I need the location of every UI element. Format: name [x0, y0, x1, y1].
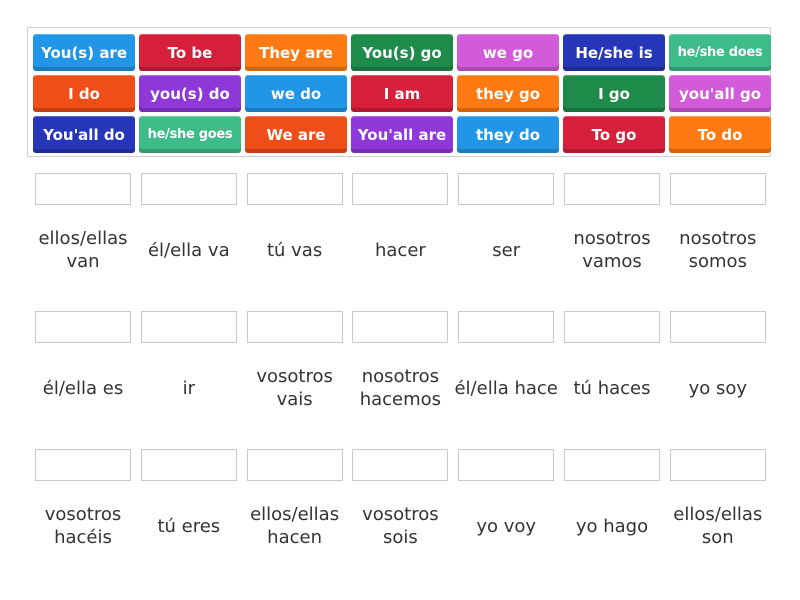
drop-slot[interactable] — [35, 173, 131, 205]
spanish-phrase-label: vosotros hacéis — [44, 504, 122, 548]
spanish-phrase-label: yo hago — [575, 515, 649, 537]
drop-slot[interactable] — [669, 311, 766, 343]
spanish-phrase-label: yo voy — [476, 515, 537, 537]
drop-slot[interactable] — [35, 449, 131, 481]
answer-tile[interactable]: To be — [139, 34, 241, 71]
answer-tile[interactable]: I am — [351, 75, 453, 112]
spanish-phrase-label: ellos/ellas son — [673, 504, 763, 548]
spanish-phrase-label: nosotros vamos — [573, 228, 651, 272]
drop-slot[interactable] — [246, 173, 343, 205]
spanish-phrase-label: tú haces — [573, 377, 651, 399]
drop-slot[interactable] — [35, 311, 131, 343]
drop-slot[interactable] — [458, 449, 555, 481]
answer-tile[interactable]: he/she goes — [139, 116, 241, 153]
spanish-phrase-label: ser — [492, 239, 521, 261]
tile-bank: You(s) are To be They are You(s) go we go He/… — [27, 27, 771, 157]
spanish-phrase-label: ellos/ellas van — [38, 228, 128, 272]
answer-tile[interactable]: You(s) go — [351, 34, 453, 71]
spanish-phrase-label: él/ella va — [147, 239, 230, 261]
drop-slot[interactable] — [352, 311, 449, 343]
answer-tile[interactable]: To go — [563, 116, 665, 153]
drop-slot[interactable] — [458, 173, 555, 205]
answer-tile[interactable]: You'all do — [33, 116, 135, 153]
spanish-phrase-label: nosotros hacemos — [359, 366, 442, 410]
answer-tile[interactable]: they do — [457, 116, 559, 153]
drop-slot[interactable] — [140, 173, 237, 205]
spanish-phrase-label: vosotros sois — [362, 504, 439, 548]
drop-slot[interactable] — [669, 173, 766, 205]
answer-tile[interactable]: To do — [669, 116, 771, 153]
answer-tile[interactable]: he/she does — [669, 34, 771, 71]
drop-slot[interactable] — [458, 311, 555, 343]
drop-slot[interactable] — [246, 311, 343, 343]
answer-tile[interactable]: He/she is — [563, 34, 665, 71]
spanish-phrase-label: él/ella hace — [454, 377, 558, 399]
spanish-phrase-label: tú eres — [157, 515, 221, 537]
drop-slot[interactable] — [140, 449, 237, 481]
spanish-phrase-label: él/ella es — [42, 377, 124, 399]
answer-tile[interactable]: they go — [457, 75, 559, 112]
spanish-phrase-label: ellos/ellas hacen — [250, 504, 340, 548]
drop-slot[interactable] — [564, 173, 660, 205]
answer-tile[interactable]: They are — [245, 34, 347, 71]
answer-tile[interactable]: We are — [245, 116, 347, 153]
answer-tile[interactable]: I go — [563, 75, 665, 112]
answer-tile[interactable]: we do — [245, 75, 347, 112]
answer-tile[interactable]: you'all go — [669, 75, 771, 112]
spanish-phrase-label: hacer — [374, 239, 426, 261]
drop-slot[interactable] — [564, 449, 660, 481]
spanish-phrase-label: ir — [182, 377, 195, 399]
drop-slot[interactable] — [669, 449, 766, 481]
spanish-phrase-label: vosotros vais — [256, 366, 333, 410]
answer-tile[interactable]: we go — [457, 34, 559, 71]
drop-slot[interactable] — [564, 311, 660, 343]
answer-tile[interactable]: I do — [33, 75, 135, 112]
spanish-phrase-label: tú vas — [266, 239, 323, 261]
spanish-phrase-label: yo soy — [688, 377, 748, 399]
answer-tile[interactable]: You(s) are — [33, 34, 135, 71]
drop-slot[interactable] — [246, 449, 343, 481]
spanish-phrase-label: nosotros somos — [679, 228, 757, 272]
answer-tile[interactable]: You'all are — [351, 116, 453, 153]
drop-slot[interactable] — [352, 173, 449, 205]
drop-slot[interactable] — [140, 311, 237, 343]
answer-tile[interactable]: you(s) do — [139, 75, 241, 112]
drop-slot[interactable] — [352, 449, 449, 481]
